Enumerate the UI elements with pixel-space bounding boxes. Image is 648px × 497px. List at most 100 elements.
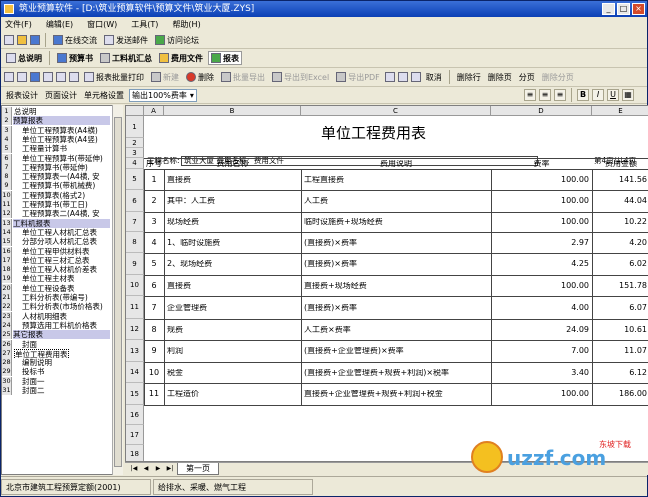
first-sheet-icon[interactable]: |◀ xyxy=(129,464,139,474)
table-cell[interactable]: 规费 xyxy=(167,326,298,334)
menu-file[interactable]: 文件(F) xyxy=(5,17,32,32)
underline-icon[interactable]: U xyxy=(607,89,619,101)
row-header[interactable]: 16 xyxy=(126,405,144,425)
menu-help[interactable]: 帮助(H) xyxy=(172,17,200,32)
table-cell[interactable]: 2.97 xyxy=(494,239,589,247)
scrollbar-thumb[interactable] xyxy=(114,117,122,467)
table-cell[interactable]: 141.56 xyxy=(595,176,647,184)
select-all-corner[interactable] xyxy=(126,106,144,116)
table-cell[interactable]: (直接费)×费率 xyxy=(304,239,488,247)
table-cell[interactable]: 直接费+企业管理费+规费+利润+税金 xyxy=(304,390,488,398)
row-header[interactable]: 10 xyxy=(126,275,144,296)
table-cell[interactable]: 100.00 xyxy=(494,218,589,226)
zoom-out-icon[interactable] xyxy=(69,72,79,82)
table-cell[interactable]: 4 xyxy=(147,239,161,247)
row-header[interactable]: 11 xyxy=(126,296,144,319)
tree-item[interactable]: 21 工料分析表(带编号) xyxy=(2,293,112,302)
delete-row-button[interactable]: 删除行 xyxy=(455,70,483,84)
table-cell[interactable]: 1 xyxy=(147,176,161,184)
table-cell[interactable]: 44.04 xyxy=(595,197,647,205)
table-cell[interactable]: 6.07 xyxy=(595,304,647,312)
table-cell[interactable]: 工程造价 xyxy=(167,390,298,398)
table-cell[interactable]: 工程直接费 xyxy=(304,176,488,184)
tree-item[interactable]: 7 工程预算书(带延伸) xyxy=(2,162,112,172)
tree-item[interactable]: 5 工程量计算书 xyxy=(2,144,112,154)
cancel-button[interactable]: 取消 xyxy=(424,70,444,84)
export-pdf-button[interactable]: 导出PDF xyxy=(334,70,382,84)
column-header[interactable]: B xyxy=(164,106,301,116)
copy-icon[interactable] xyxy=(397,72,408,82)
table-cell[interactable]: (直接费)×费率 xyxy=(304,260,488,268)
table-cell[interactable]: 9 xyxy=(147,347,161,355)
export-excel-button[interactable]: 导出到Excel xyxy=(270,70,331,84)
row-header[interactable]: 5 xyxy=(126,169,144,190)
table-cell[interactable]: (直接费+企业管理费)×费率 xyxy=(304,347,488,355)
tree-item[interactable]: 23 人材机明细表 xyxy=(2,311,112,321)
table-cell[interactable]: 7 xyxy=(147,304,161,312)
print-icon[interactable] xyxy=(17,72,27,82)
table-cell[interactable]: 税金 xyxy=(167,369,298,377)
tree-item[interactable]: 29 投标书 xyxy=(2,367,112,377)
new-file-icon[interactable] xyxy=(4,35,14,45)
tree-item[interactable]: 12 工程预算表二(A4横, 安 xyxy=(2,209,112,219)
tree-item[interactable]: 14 单位工程人材机汇总表 xyxy=(2,227,112,237)
align-left-icon[interactable]: ≡ xyxy=(524,89,536,101)
row-header[interactable]: 18 xyxy=(126,445,144,461)
close-button[interactable]: × xyxy=(632,3,645,15)
row-header[interactable]: 1 xyxy=(126,116,144,138)
table-cell[interactable]: 3.40 xyxy=(494,369,589,377)
menu-edit[interactable]: 编辑(E) xyxy=(46,17,73,32)
send-mail-button[interactable]: 发送邮件 xyxy=(102,33,150,47)
align-right-icon[interactable]: ≡ xyxy=(554,89,566,101)
table-cell[interactable]: 直接费 xyxy=(167,282,298,290)
table-cell[interactable]: 4.20 xyxy=(595,239,647,247)
table-cell[interactable]: 3 xyxy=(147,218,161,226)
table-cell[interactable]: (直接费)×费率 xyxy=(304,304,488,312)
tab-materials[interactable]: 工料机汇总 xyxy=(98,51,154,65)
zoom-in-icon[interactable] xyxy=(56,72,66,82)
save-report-icon[interactable] xyxy=(30,72,40,82)
delete-paging-button[interactable]: 删除分页 xyxy=(540,70,576,84)
row-header[interactable]: 9 xyxy=(126,253,144,275)
table-cell[interactable]: 1、临时设施费 xyxy=(167,239,298,247)
new-button[interactable]: 新建 xyxy=(149,70,181,84)
maximize-button[interactable]: □ xyxy=(617,3,630,15)
tree-item[interactable]: 24 预算选用工料机价格表 xyxy=(2,320,112,330)
tree-item[interactable]: 22 工料分析表(市场价格表) xyxy=(2,302,112,312)
column-header[interactable]: A xyxy=(144,106,164,116)
online-chat-button[interactable]: 在线交流 xyxy=(51,33,99,47)
tree-item[interactable]: 1 总说明 xyxy=(2,107,112,116)
tab-reports[interactable]: 报表 xyxy=(208,51,242,65)
column-header[interactable]: D xyxy=(491,106,592,116)
align-center-icon[interactable]: ≡ xyxy=(539,89,551,101)
delete-page-button[interactable]: 删除页 xyxy=(486,70,514,84)
tree-item[interactable]: 15 分部分项人材机汇总表 xyxy=(2,237,112,247)
table-cell[interactable]: 6 xyxy=(147,282,161,290)
row-header[interactable]: 14 xyxy=(126,362,144,383)
table-cell[interactable]: 11 xyxy=(147,390,161,398)
italic-icon[interactable]: I xyxy=(592,89,604,101)
delete-button[interactable]: 删除 xyxy=(184,70,216,84)
row-header[interactable]: 17 xyxy=(126,425,144,445)
tree-item[interactable]: 27 单位工程费用表 xyxy=(2,348,112,358)
table-cell[interactable]: 直接费 xyxy=(167,176,298,184)
visit-forum-button[interactable]: 访问论坛 xyxy=(153,33,201,47)
table-cell[interactable]: 利润 xyxy=(167,347,298,355)
table-cell[interactable]: 186.00 xyxy=(595,390,647,398)
sheet-tab[interactable]: 第一页 xyxy=(177,463,219,475)
save-icon[interactable] xyxy=(30,35,40,45)
tree-item[interactable]: 13 工料机报表 xyxy=(2,218,112,228)
tree-item[interactable]: 9 工程预算书(带机械费) xyxy=(2,181,112,191)
menu-window[interactable]: 窗口(W) xyxy=(87,17,117,32)
table-cell[interactable]: 4.00 xyxy=(494,304,589,312)
tree-scrollbar[interactable] xyxy=(112,105,123,475)
tab-description[interactable]: 总说明 xyxy=(4,51,44,65)
page-design-button[interactable]: 页面设计 xyxy=(43,88,79,102)
next-sheet-icon[interactable]: ▶ xyxy=(153,464,163,474)
tree-item[interactable]: 8 工程预算表一(A4横, 安 xyxy=(2,172,112,182)
cut-icon[interactable] xyxy=(384,72,395,82)
tree-item[interactable]: 20 单位工程设备表 xyxy=(2,283,112,293)
table-cell[interactable]: 100.00 xyxy=(494,197,589,205)
table-cell[interactable]: 100.00 xyxy=(494,282,589,290)
prev-sheet-icon[interactable]: ◀ xyxy=(141,464,151,474)
